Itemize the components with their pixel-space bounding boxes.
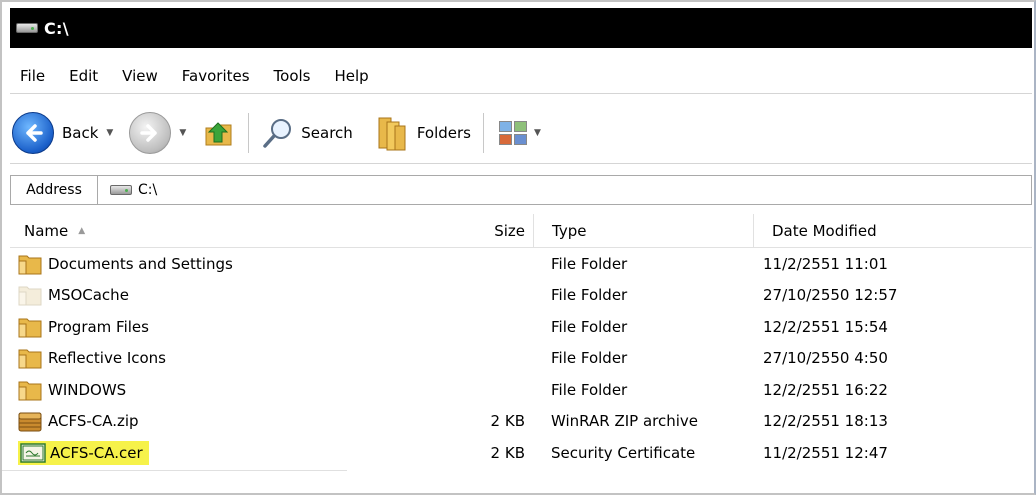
views-dropdown-icon[interactable]: ▼ [534,128,541,138]
file-name: WINDOWS [48,380,127,399]
file-date: 27/10/2550 12:57 [763,286,898,305]
file-date: 12/2/2551 15:54 [763,317,888,336]
file-date: 11/2/2551 12:47 [763,443,888,462]
address-input[interactable]: C:\ [98,175,1032,205]
address-label: Address [10,175,98,205]
file-name: ACFS-CA.zip [48,412,139,431]
search-button[interactable]: Search [257,111,357,155]
file-date: 27/10/2550 4:50 [763,349,888,368]
file-date: 11/2/2551 11:01 [763,254,888,273]
file-row[interactable]: MSOCache File Folder 27/10/2550 12:57 [10,280,1032,312]
window-title: C:\ [44,18,69,38]
folders-label: Folders [416,123,471,142]
column-header-date[interactable]: Date Modified [753,214,1023,247]
column-name-label: Name [24,221,69,240]
forward-arrow-icon [129,111,172,154]
toolbar: Back ▼ ▼ Search Folders ▼ [10,102,1032,164]
menu-edit[interactable]: Edit [59,67,112,85]
file-name: Documents and Settings [48,254,233,273]
column-type-label: Type [552,221,587,240]
back-dropdown-icon[interactable]: ▼ [106,128,113,138]
column-date-label: Date Modified [772,221,877,240]
zip-archive-icon [18,410,42,432]
file-type: File Folder [551,317,628,336]
file-name: MSOCache [48,286,129,305]
views-button[interactable]: ▼ [492,111,553,155]
folder-icon [18,253,42,275]
column-header-size[interactable]: Size [350,214,525,247]
file-list: Name ▲ Size Type Date Modified Documents… [10,214,1032,494]
drive-icon [16,23,38,33]
folder-icon [18,316,42,338]
menu-help[interactable]: Help [325,67,383,85]
address-value: C:\ [138,182,158,198]
column-headers: Name ▲ Size Type Date Modified [10,214,1032,248]
file-date: 12/2/2551 18:13 [763,412,888,431]
folder-icon [18,379,42,401]
file-type: File Folder [551,254,628,273]
file-type: File Folder [551,349,628,368]
search-icon [261,116,295,150]
menu-file[interactable]: File [10,67,59,85]
views-icon [496,118,530,148]
menu-favorites[interactable]: Favorites [172,67,264,85]
toolbar-separator [482,112,484,153]
menu-tools[interactable]: Tools [264,67,325,85]
menu-view[interactable]: View [112,67,172,85]
search-label: Search [301,123,353,142]
file-name: Reflective Icons [48,349,166,368]
folders-button[interactable]: Folders [369,111,475,155]
title-bar[interactable]: C:\ [10,8,1032,48]
file-size: 2 KB [490,412,525,431]
file-row[interactable]: ACFS-CA.zip 2 KB WinRAR ZIP archive 12/2… [10,406,1032,438]
file-date: 12/2/2551 16:22 [763,380,888,399]
sort-ascending-icon: ▲ [78,225,86,236]
address-bar: Address C:\ [10,172,1032,208]
file-type: File Folder [551,286,628,305]
highlighted-file: ACFS-CA.cer [18,440,149,465]
explorer-window: C:\ File Edit View Favorites Tools Help … [0,0,1036,495]
file-type: File Folder [551,380,628,399]
file-type: Security Certificate [551,443,696,462]
file-row[interactable]: Program Files File Folder 12/2/2551 15:5… [10,311,1032,343]
column-header-name[interactable]: Name ▲ [10,214,350,247]
file-row[interactable]: Documents and Settings File Folder 11/2/… [10,248,1032,280]
forward-dropdown-icon[interactable]: ▼ [179,128,186,138]
drive-icon [110,185,132,195]
file-row[interactable]: ACFS-CA.cer 2 KB Security Certificate 11… [10,437,1032,469]
file-row[interactable]: WINDOWS File Folder 12/2/2551 16:22 [10,374,1032,406]
folder-icon [18,347,42,369]
forward-button[interactable]: ▼ [125,111,198,155]
file-size: 2 KB [490,443,525,462]
folders-icon [373,114,411,152]
menu-bar: File Edit View Favorites Tools Help [10,58,1032,94]
column-header-type[interactable]: Type [533,214,753,247]
up-folder-button[interactable] [198,111,240,155]
folder-hidden-icon [18,284,42,306]
file-type: WinRAR ZIP archive [551,412,699,431]
file-row[interactable]: Reflective Icons File Folder 27/10/2550 … [10,343,1032,375]
back-button[interactable]: Back ▼ [10,111,125,155]
up-folder-icon [202,116,236,150]
toolbar-separator [248,112,250,153]
column-size-label: Size [494,221,525,240]
certificate-icon [20,443,46,463]
file-name: ACFS-CA.cer [50,443,143,462]
back-label: Back [62,123,99,142]
status-divider [2,470,347,495]
file-name: Program Files [48,317,149,336]
back-arrow-icon [12,111,54,154]
